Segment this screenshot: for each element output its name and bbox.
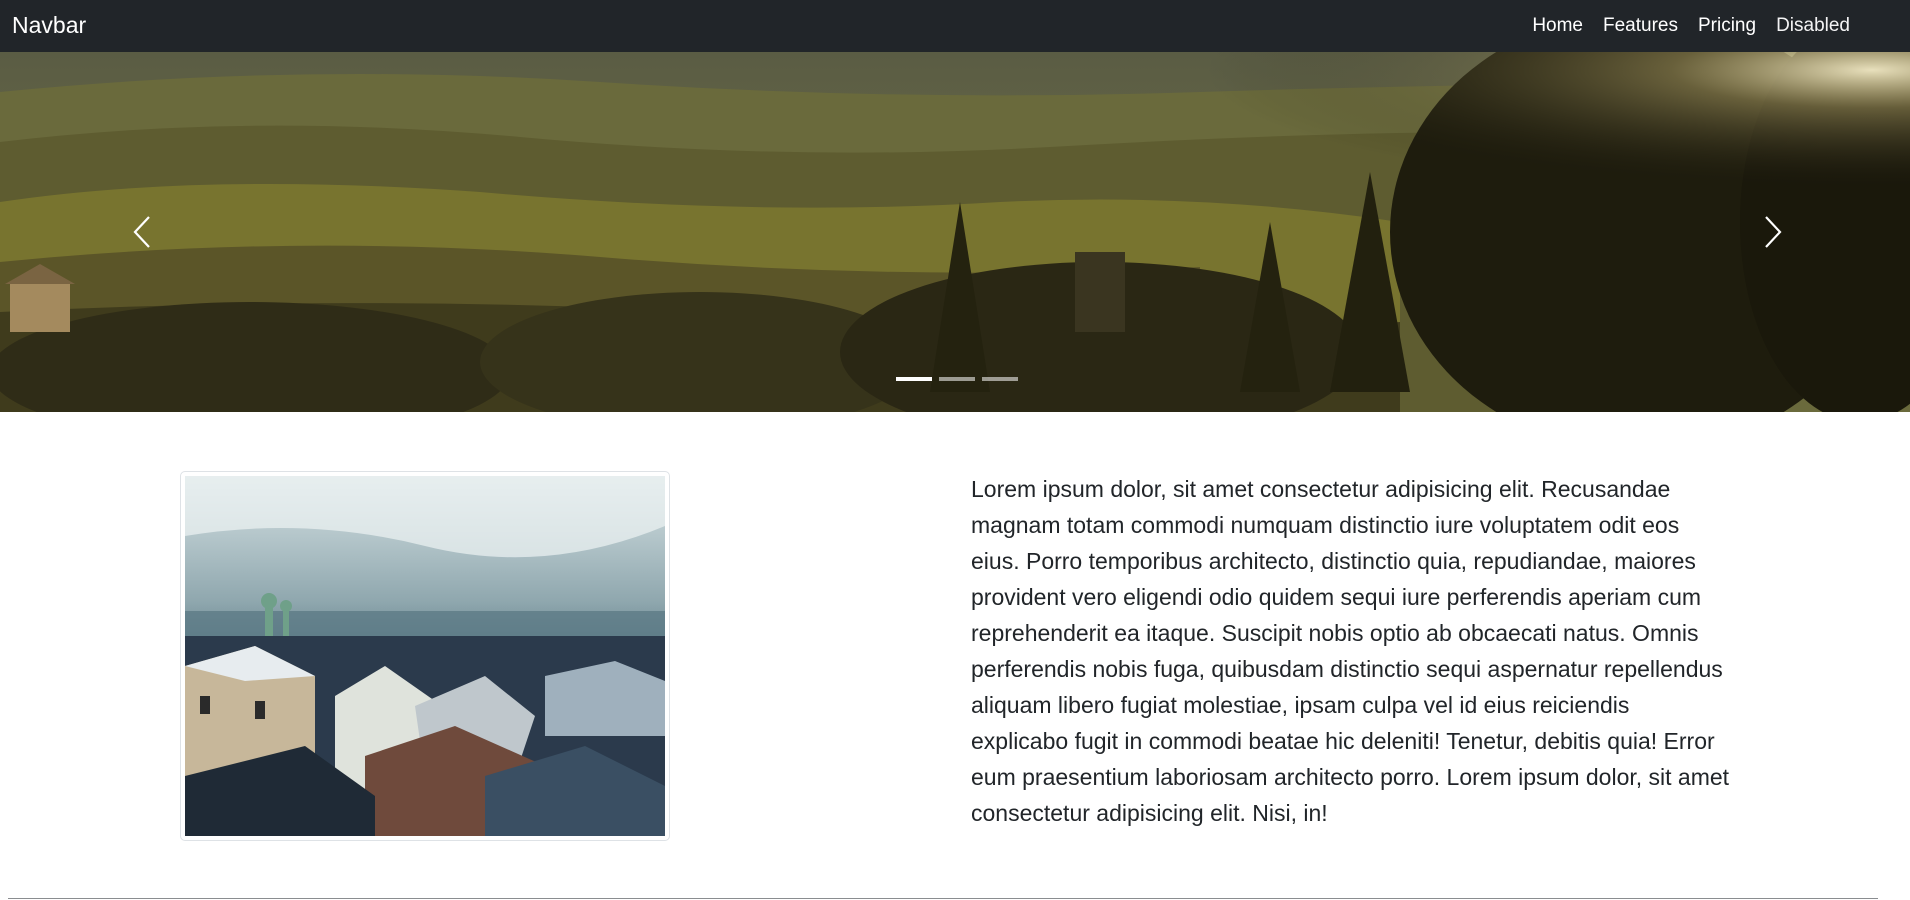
carousel-indicator-1[interactable] bbox=[896, 377, 932, 381]
carousel-prev-button[interactable] bbox=[112, 192, 172, 272]
carousel-indicators bbox=[896, 377, 1018, 381]
navbar: Navbar Home Features Pricing Disabled bbox=[0, 0, 1910, 52]
chevron-right-icon bbox=[1765, 216, 1782, 248]
nav-link-pricing[interactable]: Pricing bbox=[1698, 15, 1756, 36]
city-rooftops-image bbox=[185, 476, 665, 836]
nav-link-features[interactable]: Features bbox=[1603, 15, 1678, 36]
nav-link-disabled[interactable]: Disabled bbox=[1776, 15, 1850, 36]
city-thumbnail bbox=[180, 471, 670, 841]
landscape-image bbox=[0, 52, 1910, 412]
carousel-next-button[interactable] bbox=[1743, 192, 1803, 272]
hero-carousel bbox=[0, 52, 1910, 412]
carousel-indicator-2[interactable] bbox=[939, 377, 975, 381]
nav-links: Home Features Pricing Disabled bbox=[1532, 0, 1850, 52]
nav-link-home[interactable]: Home bbox=[1532, 15, 1583, 36]
chevron-left-icon bbox=[133, 216, 150, 248]
navbar-brand[interactable]: Navbar bbox=[12, 8, 86, 42]
horizontal-divider bbox=[8, 898, 1878, 899]
carousel-indicator-3[interactable] bbox=[982, 377, 1018, 381]
content-paragraph: Lorem ipsum dolor, sit amet consectetur … bbox=[971, 476, 1730, 826]
